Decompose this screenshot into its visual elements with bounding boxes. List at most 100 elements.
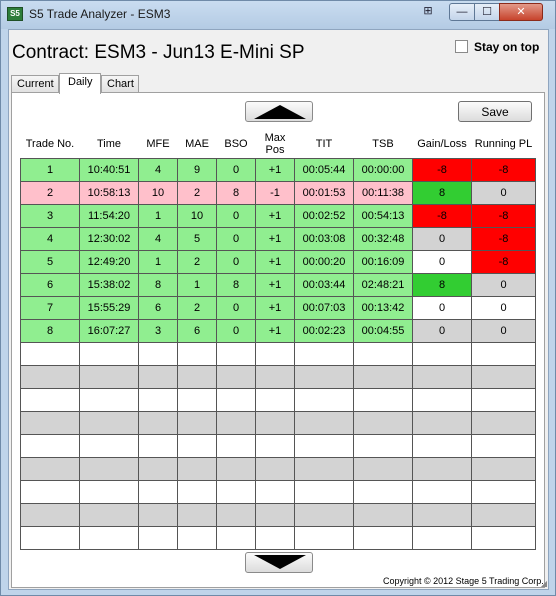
table-cell[interactable]: 2	[177, 295, 217, 320]
table-cell[interactable]: 0	[216, 226, 256, 251]
tab-daily[interactable]: Daily	[59, 73, 101, 94]
table-cell[interactable]: 00:00:00	[353, 157, 413, 182]
table-cell[interactable]: 1	[138, 203, 178, 228]
table-cell[interactable]: 4	[20, 226, 80, 251]
table-row[interactable]: 7 15:55:29 6 2 0 +1 00:07:03 00:13:42 0 0	[20, 295, 536, 320]
table-cell[interactable]: +1	[255, 318, 295, 343]
scroll-up-button[interactable]	[245, 101, 313, 122]
table-cell[interactable]: 10	[177, 203, 217, 228]
table-cell[interactable]: 00:03:44	[294, 272, 354, 297]
table-cell[interactable]: -8	[471, 226, 536, 251]
table-cell[interactable]: 4	[138, 157, 178, 182]
table-cell[interactable]: 16:07:27	[79, 318, 139, 343]
table-cell[interactable]: +1	[255, 226, 295, 251]
table-cell[interactable]: 6	[20, 272, 80, 297]
column-header[interactable]: Trade No.	[21, 131, 80, 158]
minimize-button[interactable]: —	[449, 3, 475, 21]
column-header[interactable]: TSB	[354, 131, 413, 158]
table-cell[interactable]: 4	[138, 226, 178, 251]
column-header[interactable]: MAE	[178, 131, 217, 158]
table-cell[interactable]: 8	[216, 272, 256, 297]
save-button[interactable]: Save	[458, 101, 532, 122]
column-header[interactable]: MFE	[139, 131, 178, 158]
table-cell[interactable]: 00:54:13	[353, 203, 413, 228]
table-cell[interactable]: 5	[20, 249, 80, 274]
table-cell[interactable]: 0	[216, 203, 256, 228]
table-cell[interactable]: 00:03:08	[294, 226, 354, 251]
table-cell[interactable]: +1	[255, 203, 295, 228]
column-header[interactable]: Gain/Loss	[413, 131, 472, 158]
table-cell[interactable]: 02:48:21	[353, 272, 413, 297]
scroll-down-button[interactable]	[245, 552, 313, 573]
table-cell[interactable]: 00:05:44	[294, 157, 354, 182]
table-cell[interactable]: +1	[255, 249, 295, 274]
table-cell[interactable]: 10:58:13	[79, 180, 139, 205]
column-header[interactable]: BSO	[217, 131, 256, 158]
tab-chart[interactable]: Chart	[101, 75, 139, 93]
resize-grip-icon[interactable]: ◢	[541, 579, 547, 588]
table-cell[interactable]: -8	[471, 203, 536, 228]
layout-icon[interactable]: ⊞	[415, 3, 441, 21]
table-cell[interactable]: 00:04:55	[353, 318, 413, 343]
title-bar[interactable]: S5 S5 Trade Analyzer - ESM3 ⊞ — ☐ ✕	[1, 1, 555, 29]
table-cell[interactable]: 12:30:02	[79, 226, 139, 251]
table-cell[interactable]: 2	[177, 249, 217, 274]
table-cell[interactable]: 6	[138, 295, 178, 320]
table-cell[interactable]: -8	[412, 203, 472, 228]
table-cell[interactable]: -1	[255, 180, 295, 205]
table-cell[interactable]: 1	[138, 249, 178, 274]
table-cell[interactable]: 00:02:23	[294, 318, 354, 343]
table-cell[interactable]: 00:01:53	[294, 180, 354, 205]
table-cell[interactable]: -8	[471, 157, 536, 182]
table-cell[interactable]: 8	[412, 272, 472, 297]
table-cell[interactable]: 10	[138, 180, 178, 205]
stay-on-top-toggle[interactable]: Stay on top	[455, 40, 539, 54]
table-row[interactable]: 2 10:58:13 10 2 8 -1 00:01:53 00:11:38 8 0	[20, 180, 536, 205]
table-cell[interactable]: 8	[138, 272, 178, 297]
table-cell[interactable]: 0	[412, 249, 472, 274]
column-header[interactable]: Max Pos	[256, 131, 295, 158]
table-row[interactable]: 4 12:30:02 4 5 0 +1 00:03:08 00:32:48 0 -8	[20, 226, 536, 251]
close-button[interactable]: ✕	[499, 3, 543, 21]
table-row[interactable]: 6 15:38:02 8 1 8 +1 00:03:44 02:48:21 8 0	[20, 272, 536, 297]
stay-on-top-checkbox[interactable]	[455, 40, 468, 53]
table-cell[interactable]: 0	[216, 318, 256, 343]
table-cell[interactable]: 11:54:20	[79, 203, 139, 228]
table-cell[interactable]: 7	[20, 295, 80, 320]
table-cell[interactable]: 00:16:09	[353, 249, 413, 274]
table-cell[interactable]: 0	[412, 295, 472, 320]
column-header[interactable]: Time	[80, 131, 139, 158]
table-cell[interactable]: 2	[20, 180, 80, 205]
table-cell[interactable]: 15:38:02	[79, 272, 139, 297]
table-cell[interactable]: 1	[20, 157, 80, 182]
table-row[interactable]: 8 16:07:27 3 6 0 +1 00:02:23 00:04:55 0 0	[20, 318, 536, 343]
table-cell[interactable]: 00:07:03	[294, 295, 354, 320]
column-header[interactable]: Running PL	[472, 131, 536, 158]
maximize-button[interactable]: ☐	[474, 3, 500, 21]
tab-current[interactable]: Current	[11, 75, 59, 93]
table-cell[interactable]: 8	[216, 180, 256, 205]
table-cell[interactable]: 0	[471, 180, 536, 205]
table-cell[interactable]: 9	[177, 157, 217, 182]
table-cell[interactable]: 0	[216, 249, 256, 274]
table-cell[interactable]: 0	[471, 318, 536, 343]
table-cell[interactable]: 8	[20, 318, 80, 343]
table-cell[interactable]: 12:49:20	[79, 249, 139, 274]
table-cell[interactable]: 2	[177, 180, 217, 205]
table-cell[interactable]: 5	[177, 226, 217, 251]
table-cell[interactable]: 10:40:51	[79, 157, 139, 182]
table-row[interactable]: 3 11:54:20 1 10 0 +1 00:02:52 00:54:13 -8 -8	[20, 203, 536, 228]
table-cell[interactable]: 00:32:48	[353, 226, 413, 251]
table-cell[interactable]: 1	[177, 272, 217, 297]
table-cell[interactable]: 3	[20, 203, 80, 228]
table-cell[interactable]: -8	[412, 157, 472, 182]
table-cell[interactable]: +1	[255, 272, 295, 297]
table-cell[interactable]: 8	[412, 180, 472, 205]
table-cell[interactable]: 0	[412, 226, 472, 251]
table-cell[interactable]: 15:55:29	[79, 295, 139, 320]
column-header[interactable]: TIT	[295, 131, 354, 158]
table-cell[interactable]: 0	[471, 272, 536, 297]
table-cell[interactable]: 0	[216, 157, 256, 182]
table-row[interactable]: 5 12:49:20 1 2 0 +1 00:00:20 00:16:09 0 -8	[20, 249, 536, 274]
table-cell[interactable]: 3	[138, 318, 178, 343]
